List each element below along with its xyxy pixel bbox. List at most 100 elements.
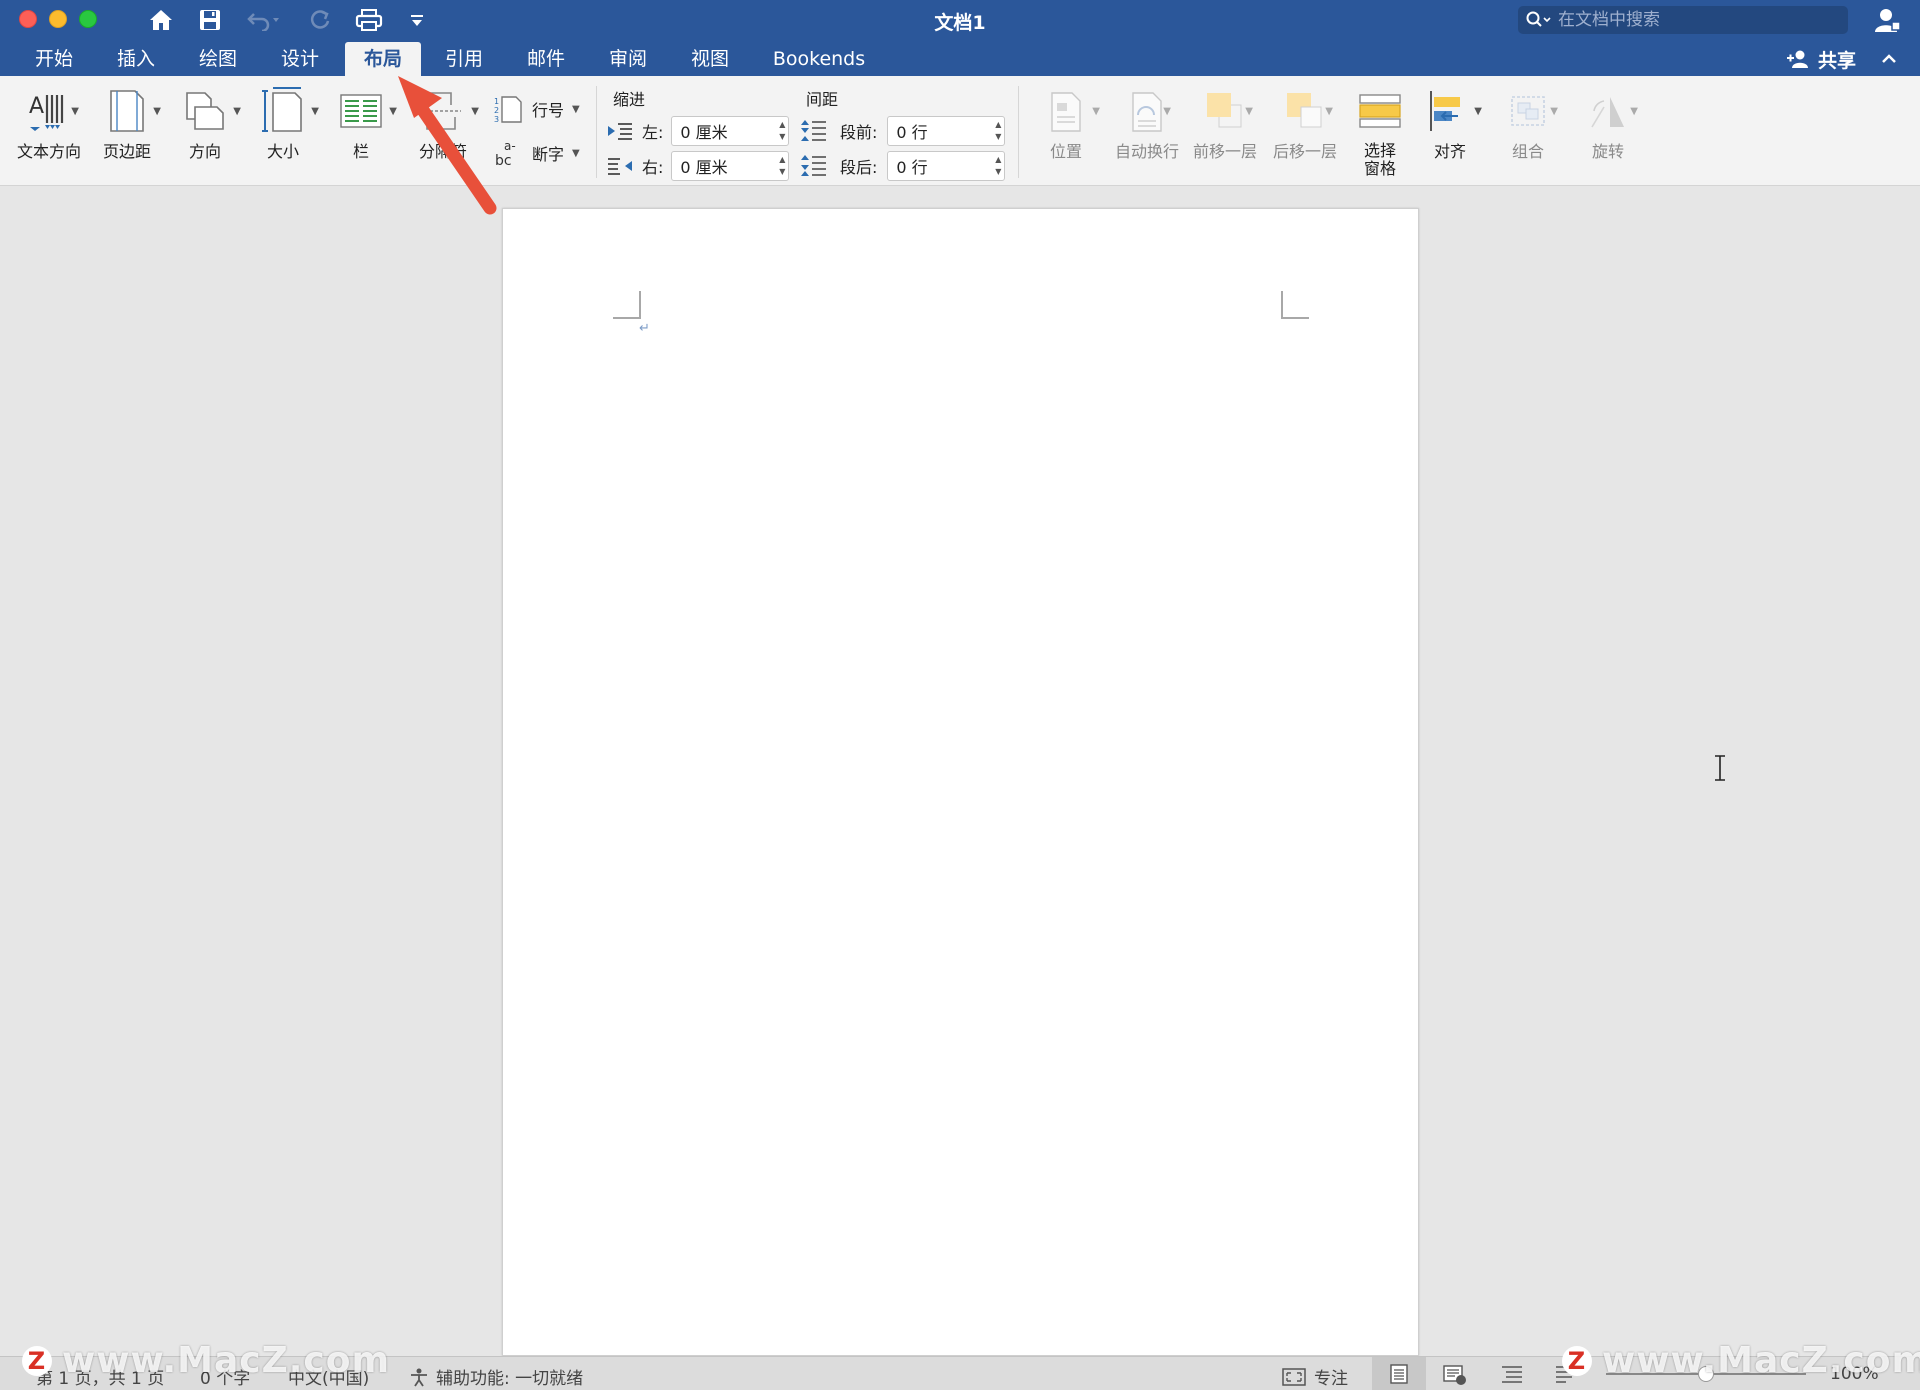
line-numbers-button[interactable]: 123 行号 ▼ <box>494 94 580 124</box>
document-page[interactable]: ↵ <box>502 208 1419 1356</box>
search-box[interactable] <box>1518 6 1848 34</box>
watermark-text: www.MacZ.com <box>62 1340 390 1381</box>
text-direction-label: 文本方向 <box>16 142 81 161</box>
maximize-window-button[interactable] <box>79 10 97 28</box>
search-input[interactable] <box>1558 10 1838 30</box>
tab-design[interactable]: 设计 <box>268 42 332 76</box>
margins-button[interactable]: ▼ 页边距 <box>96 84 161 161</box>
paragraph-mark-icon: ↵ <box>639 321 650 336</box>
tab-review[interactable]: 审阅 <box>596 42 660 76</box>
indent-right-row: 右: ▲▼ <box>606 151 790 181</box>
spacing-after-row: 段后: ▲▼ <box>800 151 1006 181</box>
line-numbers-label: 行号 <box>532 101 565 120</box>
annotation-arrow-icon <box>380 60 500 220</box>
spacing-after-input[interactable] <box>888 156 1005 176</box>
tab-view[interactable]: 视图 <box>678 42 742 76</box>
indent-left-input[interactable] <box>672 121 789 141</box>
indent-group-label: 缩进 <box>613 90 646 109</box>
svg-text:a-: a- <box>504 139 516 153</box>
collapse-ribbon-icon[interactable] <box>1878 48 1900 70</box>
save-icon[interactable] <box>196 6 224 34</box>
title-bar: 文档1 <box>0 0 1920 40</box>
rotate-label: 旋转 <box>1591 142 1624 161</box>
ribbon-separator <box>1018 86 1019 178</box>
size-label: 大小 <box>266 142 299 161</box>
ribbon-layout-panel: A ▼ 文本方向 ▼ 页边距 ▼ 方向 ▼ 大小 ▼ 栏 ▼ 分隔符 1 2 3… <box>0 76 1920 186</box>
text-direction-button[interactable]: A ▼ 文本方向 <box>12 84 86 161</box>
send-backward-label: 后移一层 <box>1272 142 1337 161</box>
spacing-group-label: 间距 <box>806 90 839 109</box>
margin-corner-top-left <box>613 291 641 319</box>
indent-left-label: 左: <box>642 123 664 142</box>
print-layout-icon <box>1390 1363 1408 1384</box>
tab-bookends[interactable]: Bookends <box>764 42 874 76</box>
orientation-button[interactable]: ▼ 方向 <box>174 84 241 161</box>
rotate-button[interactable]: ▼ 旋转 <box>1578 84 1638 161</box>
ribbon-tabs: 开始 插入 绘图 设计 布局 引用 邮件 审阅 视图 Bookends 共享 <box>0 40 1920 76</box>
spacing-before-row: 段前: ▲▼ <box>800 116 1006 146</box>
svg-text:A: A <box>29 94 44 119</box>
margin-corner-top-right <box>1281 291 1309 319</box>
wrap-text-icon: ▼ <box>1127 84 1171 138</box>
indent-left-icon <box>608 123 632 140</box>
text-cursor-icon <box>1712 754 1728 782</box>
accessibility-label: 辅助功能: 一切就绪 <box>436 1369 584 1389</box>
customize-toolbar-icon[interactable] <box>406 6 428 34</box>
accessibility-status[interactable]: 辅助功能: 一切就绪 <box>408 1364 583 1389</box>
indent-right-input[interactable] <box>672 156 789 176</box>
hyphenation-button[interactable]: a-bc 断字 ▼ <box>494 138 580 168</box>
wrap-text-button[interactable]: ▼ 自动换行 <box>1110 84 1184 161</box>
text-direction-icon: A ▼ <box>27 84 79 138</box>
spacing-before-field[interactable]: ▲▼ <box>887 116 1006 146</box>
focus-button[interactable]: 专注 <box>1282 1364 1348 1389</box>
hyphenation-label: 断字 <box>532 145 565 164</box>
indent-left-field[interactable]: ▲▼ <box>671 116 790 146</box>
position-button[interactable]: ▼ 位置 <box>1036 84 1100 161</box>
print-layout-view-button[interactable] <box>1372 1357 1426 1390</box>
position-icon: ▼ <box>1046 84 1100 138</box>
minimize-window-button[interactable] <box>49 10 67 28</box>
spacing-before-icon <box>801 120 826 141</box>
align-button[interactable]: ▼ 对齐 <box>1420 84 1482 161</box>
share-button[interactable]: 共享 <box>1786 44 1856 74</box>
spacing-before-input[interactable] <box>888 121 1005 141</box>
indent-right-field[interactable]: ▲▼ <box>671 151 790 181</box>
search-icon <box>1526 11 1551 27</box>
spacing-after-field[interactable]: ▲▼ <box>887 151 1006 181</box>
send-backward-icon: ▼ <box>1283 84 1333 138</box>
web-layout-view-button[interactable] <box>1442 1364 1468 1390</box>
bring-forward-label: 前移一层 <box>1192 142 1257 161</box>
add-person-icon <box>1787 50 1808 68</box>
redo-icon[interactable] <box>306 6 334 34</box>
spinner-arrows-icon[interactable]: ▲ ▼ <box>779 119 785 143</box>
send-backward-button[interactable]: ▼ 后移一层 <box>1270 84 1340 161</box>
spacing-after-icon <box>801 155 826 176</box>
position-label: 位置 <box>1049 142 1082 161</box>
group-button[interactable]: ▼ 组合 <box>1498 84 1558 161</box>
bring-forward-button[interactable]: ▼ 前移一层 <box>1190 84 1260 161</box>
account-icon[interactable] <box>1870 6 1902 34</box>
spinner-arrows-icon[interactable]: ▲ ▼ <box>779 154 785 178</box>
undo-icon[interactable] <box>244 6 284 34</box>
selection-pane-label-line1: 选择 <box>1363 141 1396 160</box>
group-icon: ▼ <box>1506 84 1558 138</box>
indent-right-icon <box>608 158 632 175</box>
tab-mailings[interactable]: 邮件 <box>514 42 578 76</box>
home-icon[interactable] <box>146 6 176 34</box>
tab-insert[interactable]: 插入 <box>104 42 168 76</box>
size-button[interactable]: ▼ 大小 <box>252 84 319 161</box>
spinner-arrows-icon[interactable]: ▲ ▼ <box>995 154 1001 178</box>
tab-home[interactable]: 开始 <box>22 42 86 76</box>
selection-pane-button[interactable]: 选择 窗格 <box>1352 84 1408 178</box>
focus-label: 专注 <box>1314 1369 1348 1389</box>
spacing-after-label: 段后: <box>840 158 878 177</box>
tab-draw[interactable]: 绘图 <box>186 42 250 76</box>
orientation-label: 方向 <box>188 142 221 161</box>
share-label: 共享 <box>1818 49 1857 72</box>
outline-icon <box>1502 1366 1522 1383</box>
outline-view-button[interactable] <box>1500 1364 1524 1389</box>
print-icon[interactable] <box>354 6 384 34</box>
watermark-badge-icon: Z <box>22 1345 52 1376</box>
close-window-button[interactable] <box>19 10 37 28</box>
spinner-arrows-icon[interactable]: ▲ ▼ <box>995 119 1001 143</box>
